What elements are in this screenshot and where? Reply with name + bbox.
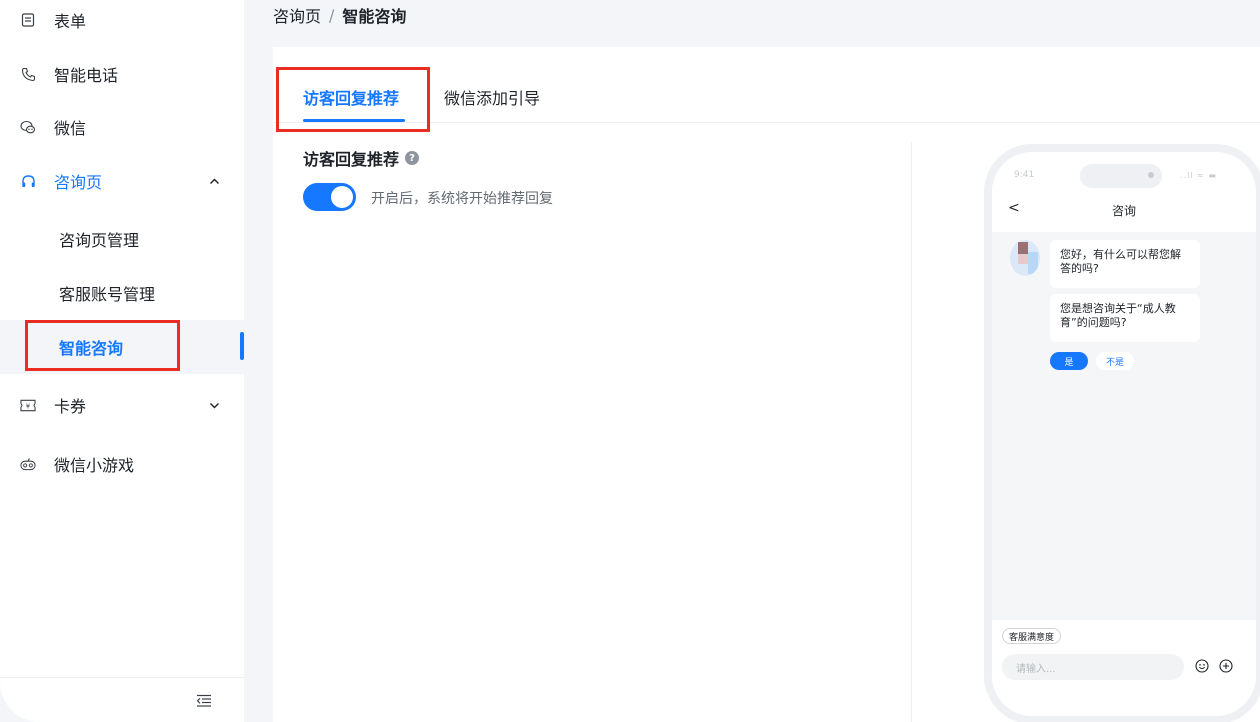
tab-bar: 访客回复推荐 微信添加引导 xyxy=(273,47,1260,123)
sidebar-item-label: 咨询页 xyxy=(54,173,103,192)
sidebar-item-label: 智能电话 xyxy=(54,66,119,85)
gamepad-icon xyxy=(20,456,36,472)
sidebar-subitem-smart-consult[interactable]: 智能咨询 xyxy=(0,320,244,374)
help-icon[interactable]: ? xyxy=(405,151,420,165)
breadcrumb-separator: / xyxy=(329,5,335,25)
headset-icon xyxy=(20,173,36,189)
breadcrumb-current: 智能咨询 xyxy=(342,7,407,26)
tab-visitor-reply-recommend[interactable]: 访客回复推荐 xyxy=(303,85,399,109)
plus-icon[interactable] xyxy=(1218,658,1234,674)
phone-status-bar: 9:41 ..ll ≈ ▬ xyxy=(992,152,1256,192)
signal-battery-icon: ..ll ≈ ▬ xyxy=(1180,171,1217,180)
phone-preview: 9:41 ..ll ≈ ▬ < 咨询 您好，有什么可以帮您解答的吗? 您是想咨询… xyxy=(984,144,1260,722)
chat-input[interactable]: 请输入... xyxy=(1002,654,1184,680)
sidebar-subitem-label: 咨询页管理 xyxy=(59,231,140,250)
sidebar-item-label: 微信 xyxy=(54,119,87,138)
tab-active-underline xyxy=(303,119,405,122)
satisfaction-button[interactable]: 客服满意度 xyxy=(1002,628,1062,644)
toggle-description: 开启后，系统将开始推荐回复 xyxy=(371,191,553,207)
toggle-knob xyxy=(331,186,353,208)
status-time: 9:41 xyxy=(1014,170,1035,180)
wechat-icon xyxy=(20,119,36,135)
sidebar-item-wechat[interactable]: 微信 xyxy=(0,100,244,154)
svg-text:¥: ¥ xyxy=(26,402,30,410)
section-title: 访客回复推荐 ? xyxy=(303,146,420,170)
chevron-up-icon[interactable] xyxy=(207,174,221,188)
camera-dot xyxy=(1148,172,1154,178)
coupon-icon: ¥ xyxy=(20,397,36,413)
active-indicator xyxy=(240,332,244,360)
tab-wechat-add-guide[interactable]: 微信添加引导 xyxy=(444,85,540,109)
emoji-icon[interactable] xyxy=(1194,658,1210,674)
sidebar-item-coupon[interactable]: ¥ 卡券 xyxy=(0,378,244,432)
recommend-toggle[interactable] xyxy=(303,183,356,211)
sidebar-item-wechat-minigame[interactable]: 微信小游戏 xyxy=(0,437,244,491)
phone-title: 咨询 xyxy=(1111,204,1136,218)
sidebar-subitem-service-account-manage[interactable]: 客服账号管理 xyxy=(0,266,244,320)
sidebar-footer xyxy=(0,677,244,722)
sidebar-subitem-label: 客服账号管理 xyxy=(59,285,156,304)
quick-reply-yes-button[interactable]: 是 xyxy=(1050,352,1088,370)
phone-icon xyxy=(20,66,36,82)
sidebar-item-smart-phone[interactable]: 智能电话 xyxy=(0,47,244,101)
section-title-text: 访客回复推荐 xyxy=(303,150,400,169)
chat-bubble: 您是想咨询关于“成人教育”的问题吗? xyxy=(1050,294,1200,342)
collapse-sidebar-icon[interactable] xyxy=(196,693,212,707)
chat-bubble: 您好，有什么可以帮您解答的吗? xyxy=(1050,240,1200,288)
quick-reply-no-button[interactable]: 不是 xyxy=(1096,352,1134,370)
breadcrumb-parent[interactable]: 咨询页 xyxy=(273,3,321,27)
sidebar-item-form[interactable]: 表单 xyxy=(0,0,244,47)
sidebar-subitem-label: 智能咨询 xyxy=(59,339,124,358)
avatar xyxy=(1010,240,1040,276)
form-icon xyxy=(20,12,36,28)
chevron-down-icon[interactable] xyxy=(207,398,221,412)
breadcrumb: 咨询页 / 智能咨询 xyxy=(273,3,406,27)
sidebar-subitem-consult-page-manage[interactable]: 咨询页管理 xyxy=(0,212,244,266)
sidebar-item-label: 微信小游戏 xyxy=(54,456,135,475)
sidebar-item-label: 表单 xyxy=(54,12,87,31)
sidebar-item-label: 卡券 xyxy=(54,397,87,416)
vertical-divider xyxy=(911,142,912,722)
sidebar-item-consult-page[interactable]: 咨询页 xyxy=(0,154,244,208)
sidebar: 表单 智能电话 微信 咨询页 咨询页管理 客服账号管理 智能咨询 ¥ 卡券 微信… xyxy=(0,0,244,722)
main-card: 访客回复推荐 微信添加引导 访客回复推荐 ? 开启后，系统将开始推荐回复 9:4… xyxy=(273,47,1260,722)
